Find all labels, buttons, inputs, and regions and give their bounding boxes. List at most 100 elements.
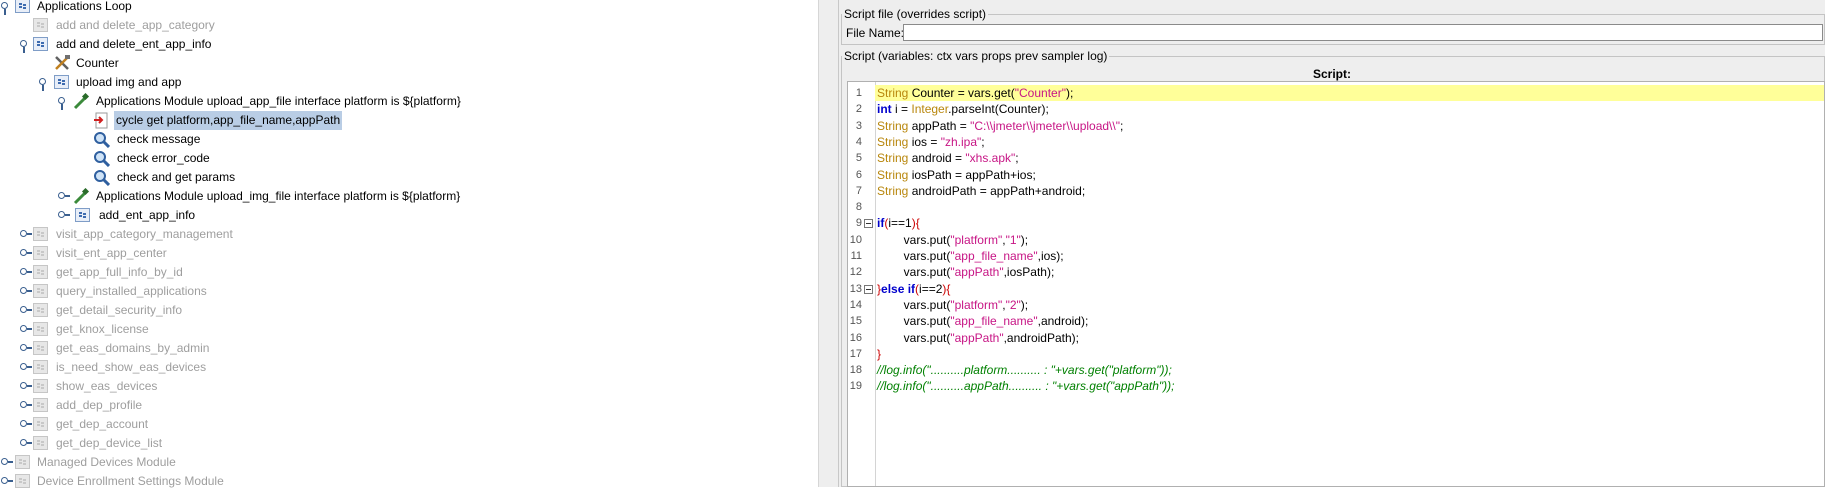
code-line[interactable]: if(i==1){	[875, 215, 1824, 231]
code-token-plain: vars.put(	[877, 232, 951, 247]
tree-node[interactable]: is_need_show_eas_devices	[0, 358, 300, 377]
expand-handle-icon[interactable]	[20, 249, 32, 258]
tree-node[interactable]: show_eas_devices	[0, 377, 300, 396]
tree-node-label: check error_code	[117, 151, 210, 165]
test-plan-tree[interactable]: Applications Loop add and delete_app_cat…	[0, 0, 818, 488]
tree-node[interactable]: get_dep_account	[0, 415, 300, 434]
code-line[interactable]: vars.put("appPath",iosPath);	[875, 264, 1824, 280]
line-number: 2	[855, 103, 862, 116]
tree-node[interactable]: get_app_full_info_by_id	[0, 263, 300, 282]
tools-icon	[55, 55, 70, 70]
code-token-plain: i =	[891, 102, 912, 117]
tree-node[interactable]: check and get params	[0, 168, 300, 187]
code-line[interactable]: //log.info("..........platform..........…	[875, 362, 1824, 378]
code-line[interactable]: //log.info("..........appPath.......... …	[875, 378, 1824, 394]
tree-node[interactable]: visit_app_category_management	[0, 225, 300, 244]
script-file-legend: Script file (overrides script)	[844, 7, 987, 21]
tree-node[interactable]: Counter	[0, 54, 300, 73]
expand-handle-icon[interactable]	[20, 268, 32, 277]
tree-node[interactable]: Applications Module upload_img_file inte…	[0, 187, 600, 206]
code-token-str: "app_file_name"	[950, 249, 1038, 263]
expand-handle-icon[interactable]	[20, 306, 32, 315]
fold-toggle-icon[interactable]	[864, 284, 873, 294]
code-token-type: String	[877, 118, 909, 133]
code-line[interactable]: String android = "xhs.apk";	[875, 150, 1824, 166]
tree-node-label: cycle get platform,app_file_name,appPath	[114, 111, 343, 130]
tree-node[interactable]: get_dep_device_list	[0, 434, 300, 453]
code-token-str: "app_file_name"	[950, 314, 1038, 329]
code-line-current[interactable]: String Counter = vars.get("Counter");	[875, 85, 1824, 102]
tree-node[interactable]: upload img and app	[0, 73, 300, 92]
code-line[interactable]: }	[875, 346, 1824, 362]
expand-handle-icon[interactable]	[20, 439, 32, 448]
tree-node-label: Applications Loop	[37, 0, 132, 13]
code-line[interactable]: int i = Integer.parseInt(Counter);	[875, 101, 1824, 117]
code-line[interactable]: String androidPath = appPath+android;	[875, 183, 1824, 199]
tree-node[interactable]: check message	[0, 130, 300, 149]
expand-handle-icon[interactable]	[20, 230, 32, 239]
collapse-handle-icon[interactable]	[39, 78, 48, 91]
code-line[interactable]: vars.put("appPath",androidPath);	[875, 330, 1824, 346]
tree-node-selected[interactable]: cycle get platform,app_file_name,appPath	[0, 111, 400, 130]
tree-node[interactable]: Managed Devices Module	[0, 453, 300, 472]
tree-node[interactable]: query_installed_applications	[0, 282, 300, 301]
code-token-plain: );	[1065, 86, 1074, 100]
tree-node[interactable]: Applications Module upload_app_file inte…	[0, 92, 600, 111]
expand-handle-icon[interactable]	[1, 477, 13, 486]
tree-node[interactable]: Device Enrollment Settings Module	[0, 472, 300, 491]
code-token-plain: appPath =	[908, 118, 971, 133]
line-number: 17	[849, 347, 862, 360]
expand-handle-icon[interactable]	[20, 401, 32, 410]
line-number: 19	[849, 380, 862, 393]
code-line[interactable]: vars.put("platform","1");	[875, 232, 1824, 248]
tree-node[interactable]: add and delete_app_category	[0, 16, 300, 35]
split-pane-divider[interactable]	[818, 0, 839, 487]
collapse-handle-icon[interactable]	[58, 97, 67, 110]
magnifier-assertion-icon	[94, 132, 110, 148]
tree-node-label: add and delete_app_category	[56, 18, 215, 32]
tree-node-label: show_eas_devices	[56, 379, 158, 393]
tree-node-label: add and delete_ent_app_info	[56, 37, 212, 51]
tree-node-root[interactable]: Applications Loop	[0, 0, 300, 16]
expand-handle-icon[interactable]	[20, 287, 32, 296]
script-header: Script:	[1312, 67, 1351, 81]
code-line[interactable]: String ios = "zh.ipa";	[875, 134, 1824, 150]
code-line[interactable]: vars.put("platform","2");	[875, 297, 1824, 313]
code-token-plain: Counter = vars.get(	[908, 86, 1015, 100]
fold-toggle-icon[interactable]	[864, 219, 873, 229]
expand-handle-icon[interactable]	[58, 192, 70, 201]
expand-handle-icon[interactable]	[1, 458, 13, 467]
code-line[interactable]: vars.put("app_file_name",android);	[875, 313, 1824, 329]
expand-handle-icon[interactable]	[20, 344, 32, 353]
expand-handle-icon[interactable]	[20, 363, 32, 372]
tree-node[interactable]: get_eas_domains_by_admin	[0, 339, 300, 358]
code-area[interactable]: String Counter = vars.get("Counter"); int…	[875, 82, 1824, 486]
collapse-handle-icon[interactable]	[20, 40, 29, 53]
tree-node[interactable]: get_detail_security_info	[0, 301, 300, 320]
tree-node-label: is_need_show_eas_devices	[56, 360, 207, 374]
code-token-str: "1"	[1005, 232, 1021, 247]
tree-node[interactable]: add_dep_profile	[0, 396, 300, 415]
code-token-type: String	[877, 134, 909, 149]
expand-handle-icon[interactable]	[20, 325, 32, 334]
file-name-input[interactable]	[903, 24, 1823, 41]
tree-node[interactable]: check error_code	[0, 149, 300, 168]
expand-handle-icon[interactable]	[58, 211, 70, 220]
tree-node[interactable]: get_knox_license	[0, 320, 300, 339]
tree-node[interactable]: visit_ent_app_center	[0, 244, 300, 263]
code-token-kw: int	[877, 102, 892, 117]
line-number: 16	[849, 331, 862, 344]
expand-handle-icon[interactable]	[20, 382, 32, 391]
tree-node[interactable]: add_ent_app_info	[0, 206, 300, 225]
code-line[interactable]: vars.put("app_file_name",ios);	[875, 248, 1824, 264]
code-line[interactable]	[875, 199, 1824, 215]
tree-node[interactable]: add and delete_ent_app_info	[0, 35, 300, 54]
expand-handle-icon[interactable]	[20, 420, 32, 429]
code-line[interactable]: String iosPath = appPath+ios;	[875, 167, 1824, 183]
collapse-handle-icon[interactable]	[1, 2, 10, 15]
code-line[interactable]: }else if(i==2){	[875, 281, 1824, 297]
code-line[interactable]: String appPath = "C:\\jmeter\\jmeter\\up…	[875, 118, 1824, 134]
script-editor[interactable]: 1 2 3 4 5 6 7 8 9 10 11 12 13 14 15 16 17 18 19 String Cou…	[847, 81, 1825, 487]
code-token-type: Integer	[911, 102, 949, 117]
code-token-str: "appPath"	[950, 265, 1004, 280]
